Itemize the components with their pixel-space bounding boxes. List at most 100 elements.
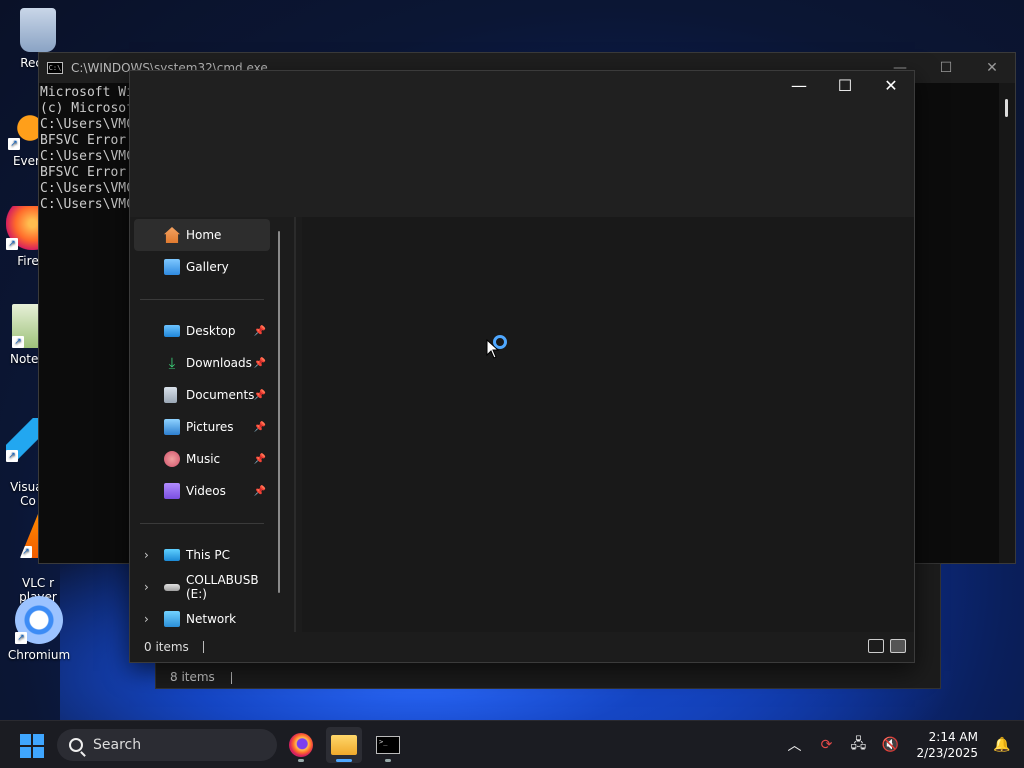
explorer-minimize-button[interactable]: — — [776, 71, 822, 101]
pin-icon[interactable]: 📌 — [254, 454, 266, 465]
explorer-status-bar: 0 items — [130, 632, 914, 662]
nav-label: Home — [186, 228, 222, 242]
pin-icon[interactable]: 📌 — [254, 326, 266, 337]
pin-icon[interactable]: 📌 — [254, 358, 266, 369]
mouse-cursor-icon — [486, 339, 500, 359]
desktop-icon-label: Chromium — [7, 648, 71, 662]
nav-label: Pictures — [186, 420, 234, 434]
taskbar-search[interactable]: Search — [57, 729, 277, 761]
content-pane[interactable] — [302, 217, 914, 632]
network-icon — [164, 611, 180, 627]
nav-label: Videos — [186, 484, 226, 498]
folder-icon — [331, 735, 357, 755]
pin-icon[interactable]: 📌 — [254, 486, 266, 497]
nav-item-this-pc[interactable]: › This PC — [134, 539, 270, 571]
navigation-pane[interactable]: Home Gallery Desktop 📌 ⤓ Downloads 📌 Doc… — [130, 217, 288, 632]
home-icon — [164, 227, 180, 243]
chevron-up-icon[interactable]: ︿ — [782, 733, 806, 757]
taskbar-file-explorer[interactable] — [326, 727, 362, 763]
cmd-scrollbar[interactable] — [999, 83, 1015, 563]
app-running-indicator — [385, 759, 391, 762]
videos-folder-icon — [164, 483, 180, 499]
nav-label: COLLABUSB (E:) — [186, 573, 259, 601]
cmd-maximize-button[interactable]: ☐ — [923, 53, 969, 83]
sync-icon[interactable]: ⟳ — [814, 733, 838, 757]
nav-label: Network — [186, 612, 237, 626]
nav-item-videos[interactable]: Videos 📌 — [134, 475, 270, 507]
windows-logo-icon — [20, 734, 31, 745]
background-item-count: 8 items — [170, 670, 215, 684]
nav-item-desktop[interactable]: Desktop 📌 — [134, 315, 270, 347]
taskbar-clock[interactable]: 2:14 AM 2/23/2025 — [916, 729, 978, 761]
nav-item-downloads[interactable]: ⤓ Downloads 📌 — [134, 347, 270, 379]
shortcut-arrow-icon: ↗ — [20, 546, 32, 558]
terminal-icon: >_ — [376, 736, 400, 754]
chevron-right-icon[interactable]: › — [144, 612, 149, 626]
status-caret — [230, 671, 232, 684]
chevron-right-icon[interactable]: › — [144, 548, 149, 562]
nav-label: Music — [186, 452, 221, 466]
explorer-close-button[interactable]: ✕ — [868, 71, 914, 101]
pin-icon[interactable]: 📌 — [254, 422, 266, 433]
explorer-header[interactable]: — ☐ ✕ — [130, 71, 914, 217]
background-status-bar: 8 items — [170, 670, 232, 684]
pin-icon[interactable]: 📌 — [254, 390, 266, 401]
windows-logo-pane — [33, 734, 44, 745]
cmd-close-button[interactable]: ✕ — [969, 53, 1015, 83]
nav-item-documents[interactable]: Documents 📌 — [134, 379, 270, 411]
details-view-icon[interactable] — [868, 639, 884, 653]
nav-item-collabusb[interactable]: › COLLABUSB (E:) — [134, 571, 270, 603]
taskbar[interactable]: Search >_ ︿ ⟳ 🖧 🔇 2:14 AM 2/23/2025 🔔 — [0, 720, 1024, 768]
network-status-icon[interactable]: 🖧 — [846, 733, 870, 757]
nav-item-home[interactable]: Home — [134, 219, 270, 251]
nav-label: This PC — [186, 548, 230, 562]
notification-bell-icon[interactable]: 🔔 — [990, 733, 1014, 757]
status-caret — [202, 641, 204, 653]
clock-time: 2:14 AM — [928, 730, 978, 744]
taskbar-firefox[interactable] — [283, 727, 319, 763]
nav-separator — [140, 523, 264, 524]
large-icons-view-icon[interactable] — [890, 639, 906, 653]
usb-drive-icon — [164, 583, 180, 591]
volume-muted-icon[interactable]: 🔇 — [878, 733, 902, 757]
recycle-bin-icon — [20, 8, 56, 52]
search-icon — [69, 738, 83, 752]
shortcut-arrow-icon: ↗ — [6, 238, 18, 250]
app-running-indicator — [336, 759, 352, 762]
desktop-icon-label: Fire — [17, 254, 39, 268]
search-label: Search — [93, 737, 142, 753]
downloads-folder-icon: ⤓ — [168, 354, 176, 372]
taskbar-terminal[interactable]: >_ — [370, 727, 406, 763]
explorer-maximize-button[interactable]: ☐ — [822, 71, 868, 101]
nav-label: Documents — [186, 388, 255, 402]
shortcut-arrow-icon: ↗ — [6, 450, 18, 462]
shortcut-arrow-icon: ↗ — [8, 138, 20, 150]
chromium-icon: ↗ — [15, 596, 63, 644]
shortcut-arrow-icon: ↗ — [15, 632, 27, 644]
clock-date: 2/23/2025 — [916, 746, 978, 760]
start-button[interactable] — [20, 734, 44, 758]
cmd-app-icon: C:\ — [47, 62, 63, 74]
nav-label: Gallery — [186, 260, 229, 274]
file-explorer-window[interactable]: — ☐ ✕ Home Gallery Desktop 📌 ⤓ Downloads — [129, 70, 915, 663]
item-count: 0 items — [144, 640, 189, 654]
nav-item-music[interactable]: Music 📌 — [134, 443, 270, 475]
system-tray[interactable]: ︿ ⟳ 🖧 🔇 2:14 AM 2/23/2025 🔔 — [778, 721, 1024, 768]
nav-item-pictures[interactable]: Pictures 📌 — [134, 411, 270, 443]
nav-separator — [140, 299, 264, 300]
desktop-icon-chromium[interactable]: ↗ Chromium — [1, 596, 77, 662]
gallery-icon — [164, 259, 180, 275]
nav-item-gallery[interactable]: Gallery — [134, 251, 270, 283]
this-pc-icon — [164, 549, 180, 561]
windows-logo-pane — [33, 747, 44, 758]
cmd-scroll-thumb[interactable] — [1005, 99, 1008, 117]
documents-folder-icon — [164, 387, 177, 403]
pane-divider[interactable] — [288, 217, 302, 632]
chevron-right-icon[interactable]: › — [144, 580, 149, 594]
nav-label: Desktop — [186, 324, 236, 338]
nav-scrollbar[interactable] — [278, 231, 280, 593]
nav-item-network[interactable]: › Network — [134, 603, 270, 635]
desktop-folder-icon — [164, 325, 180, 337]
firefox-icon — [289, 733, 313, 757]
shortcut-arrow-icon: ↗ — [12, 336, 24, 348]
